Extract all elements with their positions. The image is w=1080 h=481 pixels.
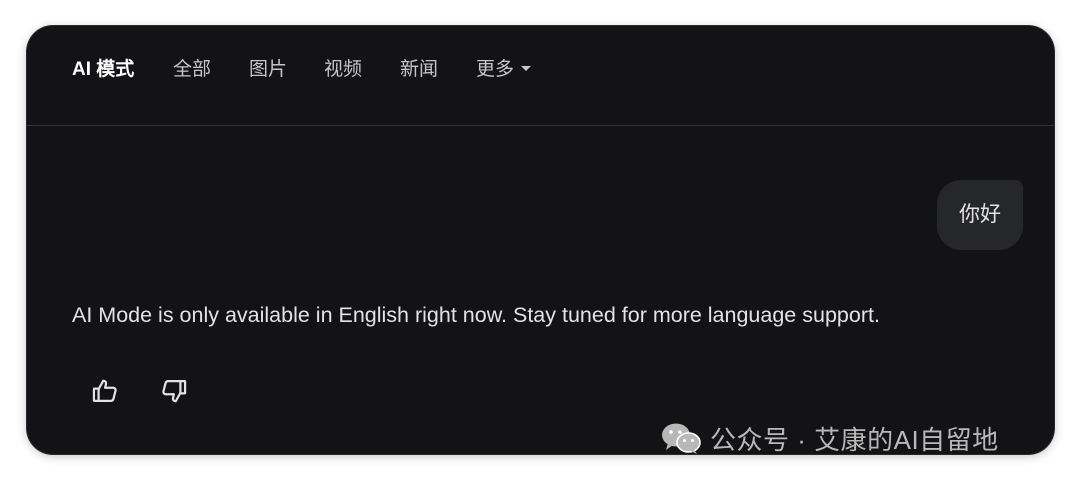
watermark: 公众号 · 艾康的AI自留地 bbox=[660, 418, 999, 458]
tab-images-label: 图片 bbox=[249, 59, 288, 80]
tab-more-label: 更多 bbox=[476, 59, 515, 80]
wechat-icon bbox=[662, 423, 701, 454]
tab-all-label: 全部 bbox=[173, 59, 212, 80]
tab-news[interactable]: 新闻 bbox=[400, 56, 438, 84]
tab-all[interactable]: 全部 bbox=[173, 56, 211, 84]
tab-news-label: 新闻 bbox=[400, 59, 439, 80]
thumbs-down-button[interactable] bbox=[154, 371, 194, 411]
search-tabs: AI 模式 全部 图片 视频 新闻 更多 bbox=[27, 26, 1054, 126]
thumbs-up-button[interactable] bbox=[85, 371, 125, 411]
tab-more[interactable]: 更多 bbox=[476, 56, 532, 84]
ai-mode-panel: AI 模式 全部 图片 视频 新闻 更多 你好 AI Mode is only … bbox=[27, 26, 1054, 454]
ai-response-text: AI Mode is only available in English rig… bbox=[72, 303, 880, 327]
tab-images[interactable]: 图片 bbox=[249, 56, 287, 84]
tab-ai-mode[interactable]: AI 模式 bbox=[72, 56, 134, 84]
caret-down-icon bbox=[521, 65, 532, 71]
thumbs-down-icon bbox=[162, 379, 187, 403]
thumbs-up-icon bbox=[92, 379, 117, 403]
watermark-text: 公众号 · 艾康的AI自留地 bbox=[710, 424, 999, 455]
tab-videos-label: 视频 bbox=[324, 59, 363, 80]
user-message-text: 你好 bbox=[959, 203, 1001, 226]
user-message-bubble: 你好 bbox=[937, 180, 1023, 250]
tab-videos[interactable]: 视频 bbox=[324, 56, 362, 84]
tab-ai-mode-label: AI 模式 bbox=[72, 59, 135, 80]
